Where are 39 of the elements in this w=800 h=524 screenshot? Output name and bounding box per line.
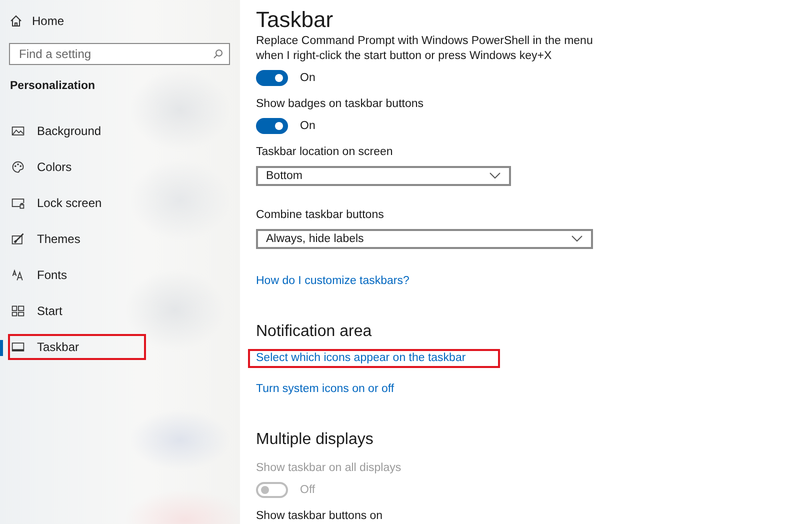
nav-item[interactable]: Background	[8, 118, 146, 144]
section-heading: Multiple displays	[256, 431, 374, 450]
settings-link[interactable]: Turn system icons on or off	[256, 383, 394, 396]
nav-item[interactable]: Lock screen	[8, 190, 146, 216]
nav-item[interactable]: Start	[8, 298, 146, 324]
settings-link[interactable]: How do I customize taskbars?	[256, 274, 410, 287]
section-title: Personalization	[10, 80, 96, 92]
chevron-down-icon	[571, 235, 583, 242]
setting-label: Taskbar location on screen	[256, 145, 394, 160]
colors-icon	[11, 160, 25, 174]
setting-label: Replace Command Prompt with Windows PowerShell in the menu when I right-click the start button or press Windows key+X	[256, 34, 594, 64]
dropdown[interactable]: Always, hide labels	[256, 228, 593, 249]
nav-item[interactable]: Themes	[8, 226, 146, 252]
background-icon	[11, 124, 25, 138]
search-field[interactable]: Find a setting	[9, 43, 230, 65]
home-link[interactable]: Home	[0, 12, 240, 30]
home-icon	[10, 15, 22, 27]
taskbar-icon	[11, 340, 25, 354]
fonts-icon	[11, 268, 25, 282]
lock-icon	[11, 196, 25, 210]
chevron-down-icon	[489, 172, 501, 180]
toggle-state: Off	[300, 484, 316, 496]
toggle-switch[interactable]	[256, 118, 288, 134]
search-icon	[213, 49, 223, 59]
page-title: Taskbar	[256, 6, 334, 34]
themes-icon	[11, 232, 25, 246]
toggle-state: On	[300, 72, 316, 84]
toggle-switch[interactable]	[256, 70, 288, 86]
toggle-state: On	[300, 120, 316, 132]
settings-link[interactable]: Select which icons appear on the taskbar	[256, 352, 466, 364]
nav-item[interactable]: Fonts	[8, 262, 146, 288]
start-icon	[11, 304, 25, 318]
dropdown[interactable]: Bottom	[256, 166, 511, 186]
setting-label: Show badges on taskbar buttons	[256, 97, 425, 112]
section-heading: Notification area	[256, 322, 373, 341]
setting-label: Show taskbar on all displays	[256, 461, 402, 476]
setting-label: Show taskbar buttons on	[256, 509, 384, 524]
setting-label: Combine taskbar buttons	[256, 208, 385, 223]
nav-item[interactable]: Colors	[8, 154, 146, 180]
